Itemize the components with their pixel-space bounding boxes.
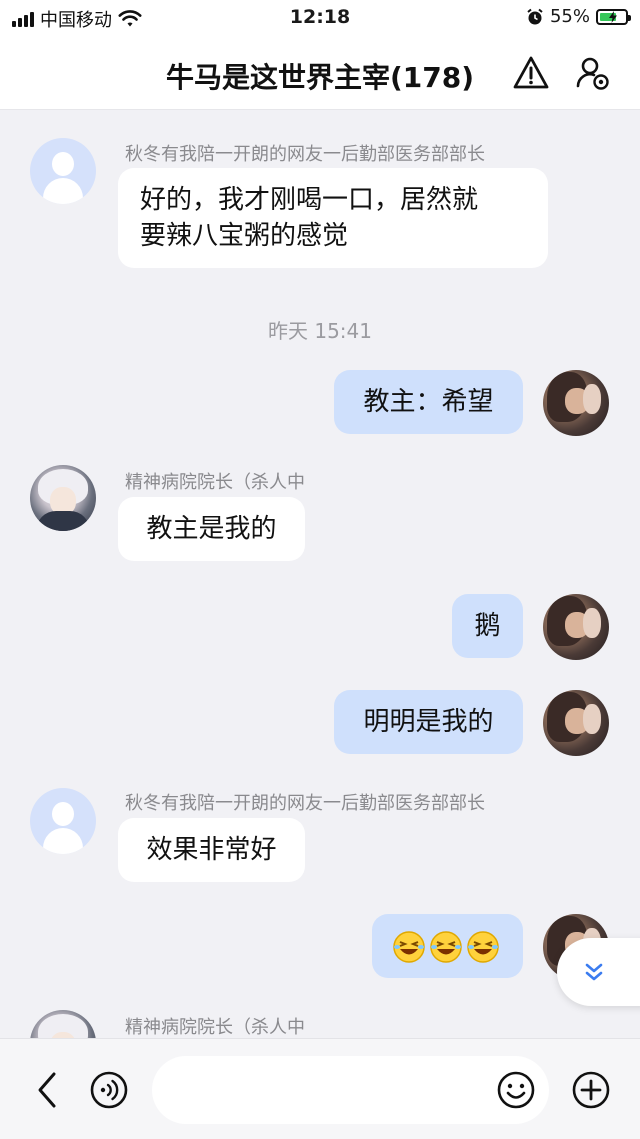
emoji-icon[interactable] [496, 1070, 536, 1110]
message-input[interactable] [152, 1056, 549, 1124]
status-bar: 中国移动 12:18 55% [0, 0, 640, 36]
anime-avatar[interactable] [30, 465, 96, 531]
double-chevron-down-icon [585, 963, 603, 981]
message-bubble[interactable]: 明明是我的 [334, 690, 523, 754]
self-avatar[interactable] [543, 690, 609, 756]
status-right: 55% [526, 6, 631, 27]
laugh-emoji [393, 930, 425, 963]
default-avatar[interactable] [30, 138, 96, 204]
self-avatar[interactable] [543, 594, 609, 660]
message-bubble[interactable]: 教主是我的 [118, 497, 305, 561]
warning-icon[interactable] [512, 54, 550, 92]
scroll-to-bottom-button[interactable] [557, 938, 640, 1006]
sender-name[interactable]: 秋冬有我陪一开朗的网友一后勤部医务部部长 [125, 140, 485, 166]
sender-name[interactable]: 精神病院院长（杀人中 [125, 468, 305, 494]
input-bar [0, 1038, 640, 1139]
anime-avatar[interactable] [30, 1010, 96, 1038]
message-text-line: 好的，我才刚喝一口，居然就 [140, 185, 479, 215]
default-avatar[interactable] [30, 788, 96, 854]
message-bubble[interactable] [372, 914, 523, 978]
laugh-emoji [430, 930, 462, 963]
timestamp: 昨天 15:41 [268, 319, 372, 343]
group-settings-icon[interactable] [574, 54, 612, 92]
alarm-icon [527, 8, 543, 24]
self-avatar[interactable] [543, 370, 609, 436]
message-bubble[interactable]: 效果非常好 [118, 818, 305, 882]
message-text-line: 要辣八宝粥的感觉 [140, 221, 349, 251]
sender-name[interactable]: 秋冬有我陪一开朗的网友一后勤部医务部部长 [125, 789, 485, 815]
battery-percent: 55% [549, 6, 590, 27]
laugh-emoji [467, 930, 499, 963]
message-list[interactable]: 秋冬有我陪一开朗的网友一后勤部医务部部长 好的，我才刚喝一口，居然就 要辣八宝粥… [0, 110, 640, 1038]
plus-icon[interactable] [571, 1070, 611, 1110]
message-bubble[interactable]: 教主：希望 [334, 370, 523, 434]
voice-icon[interactable] [89, 1070, 129, 1110]
chat-header: 牛马是这世界主宰(178) [0, 36, 640, 110]
battery-icon [596, 8, 631, 25]
sender-name[interactable]: 精神病院院长（杀人中 [125, 1013, 305, 1038]
back-icon[interactable] [28, 1070, 68, 1110]
message-bubble[interactable]: 鹅 [452, 594, 523, 658]
message-bubble[interactable]: 好的，我才刚喝一口，居然就 要辣八宝粥的感觉 [118, 168, 548, 268]
